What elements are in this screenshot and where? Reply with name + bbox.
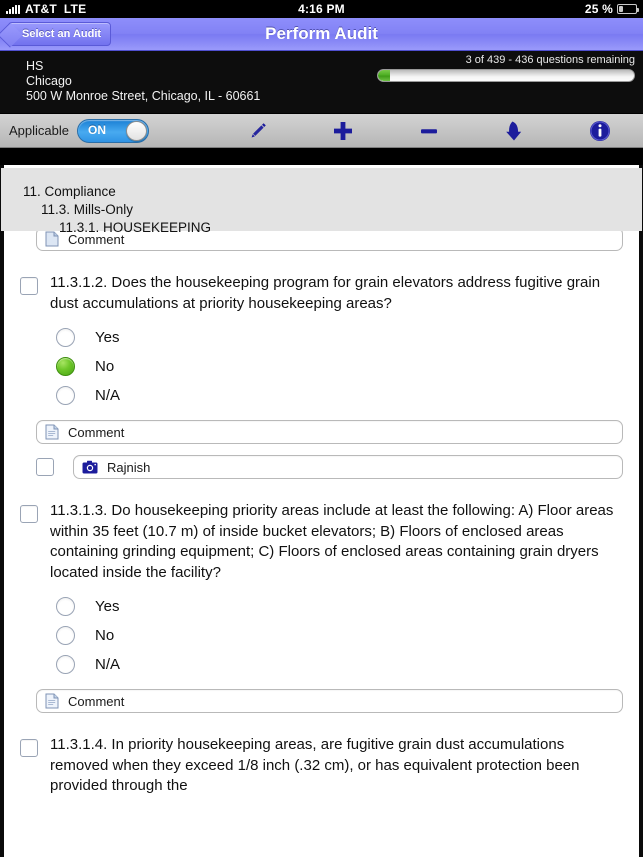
carrier-label: AT&T xyxy=(25,2,57,16)
status-bar: AT&T LTE 4:16 PM 25 % xyxy=(0,0,643,18)
question-checkbox[interactable] xyxy=(20,505,38,523)
battery-percent-label: 25 % xyxy=(584,2,613,16)
photo-field-label: Rajnish xyxy=(107,459,151,475)
option-label-yes: Yes xyxy=(95,598,120,615)
question-block-11-3-1-2: 11.3.1.2. Does the housekeeping program … xyxy=(4,273,639,479)
photo-attachment-row: Rajnish xyxy=(36,455,623,479)
option-label-no: No xyxy=(95,358,115,375)
remove-button[interactable] xyxy=(386,114,472,147)
applicable-toggle[interactable]: ON xyxy=(77,118,149,143)
option-na[interactable]: N/A xyxy=(56,650,639,679)
question-row: 11.3.1.4. In priority housekeeping areas… xyxy=(4,735,639,797)
down-arrow-icon xyxy=(503,119,527,143)
page-title: Perform Audit xyxy=(265,24,378,43)
add-button[interactable] xyxy=(301,114,387,147)
radio-na xyxy=(56,655,75,674)
clock-label: 4:16 PM xyxy=(298,2,345,16)
radio-yes xyxy=(56,597,75,616)
option-label-yes: Yes xyxy=(95,329,120,346)
radio-no-selected xyxy=(56,357,75,376)
progress-bar xyxy=(377,69,635,82)
answer-options: Yes No N/A xyxy=(56,323,639,410)
status-bar-right: 25 % xyxy=(584,2,639,16)
radio-no xyxy=(56,626,75,645)
answer-options: Yes No N/A xyxy=(56,592,639,679)
comment-field-label: Comment xyxy=(68,693,125,709)
site-city: Chicago xyxy=(26,74,72,88)
question-text: 11.3.1.3. Do housekeeping priority areas… xyxy=(50,502,614,581)
question-toolbar: Applicable ON xyxy=(0,114,643,148)
ipad-screen: AT&T LTE 4:16 PM 25 % Select an Audit Pe… xyxy=(0,0,643,857)
question-checkbox[interactable] xyxy=(20,739,38,757)
back-button-select-an-audit[interactable]: Select an Audit xyxy=(8,22,112,46)
option-no[interactable]: No xyxy=(56,621,639,650)
toolbar-actions xyxy=(215,114,643,147)
option-label-na: N/A xyxy=(95,656,121,673)
applicable-toggle-value: ON xyxy=(88,122,106,137)
breadcrumb-level-1[interactable]: 11. Compliance xyxy=(1,183,642,201)
progress-area: 3 of 439 - 436 questions remaining xyxy=(377,54,635,82)
battery-icon xyxy=(617,4,639,14)
document-icon xyxy=(45,693,59,709)
minus-icon xyxy=(417,119,441,143)
navigation-bar: Select an Audit Perform Audit xyxy=(0,18,643,51)
question-row: 11.3.1.3. Do housekeeping priority areas… xyxy=(4,501,639,583)
network-type-label: LTE xyxy=(63,2,87,16)
comment-field[interactable]: Comment xyxy=(36,420,623,444)
camera-icon xyxy=(82,460,98,474)
status-bar-left: AT&T LTE xyxy=(6,2,86,16)
toggle-knob xyxy=(126,120,147,141)
questions-scroll-area[interactable]: Comment 11.3.1.2. Does the housekeeping … xyxy=(0,165,643,857)
question-block-11-3-1-3: 11.3.1.3. Do housekeeping priority areas… xyxy=(4,501,639,713)
back-button-label: Select an Audit xyxy=(22,28,102,40)
site-info: HS Chicago 500 W Monroe Street, Chicago,… xyxy=(26,59,260,104)
question-text: 11.3.1.2. Does the housekeeping program … xyxy=(50,274,601,312)
pencil-button[interactable] xyxy=(215,114,301,147)
option-na[interactable]: N/A xyxy=(56,381,639,410)
document-icon xyxy=(45,424,59,440)
option-yes[interactable]: Yes xyxy=(56,592,639,621)
applicable-label: Applicable xyxy=(9,123,69,138)
info-button[interactable] xyxy=(557,114,643,147)
option-label-na: N/A xyxy=(95,387,121,404)
question-row: 11.3.1.2. Does the housekeeping program … xyxy=(4,273,639,314)
breadcrumb: 11. Compliance 11.3. Mills-Only 11.3.1. … xyxy=(1,168,642,235)
photo-field[interactable]: Rajnish xyxy=(73,455,623,479)
signal-bars-icon xyxy=(6,4,20,14)
breadcrumb-level-3[interactable]: 11.3.1. HOUSEKEEPING xyxy=(1,219,642,237)
comment-field[interactable]: Comment xyxy=(36,689,623,713)
option-no[interactable]: No xyxy=(56,352,639,381)
question-text: 11.3.1.4. In priority housekeeping areas… xyxy=(50,736,580,794)
progress-bar-fill xyxy=(378,70,390,81)
question-block-11-3-1-4: 11.3.1.4. In priority housekeeping areas… xyxy=(4,735,639,797)
progress-label: 3 of 439 - 436 questions remaining xyxy=(465,54,635,66)
breadcrumb-level-2[interactable]: 11.3. Mills-Only xyxy=(1,201,642,219)
option-label-no: No xyxy=(95,627,115,644)
radio-na xyxy=(56,386,75,405)
question-checkbox[interactable] xyxy=(20,277,38,295)
option-yes[interactable]: Yes xyxy=(56,323,639,352)
pencil-icon xyxy=(247,120,269,142)
radio-yes xyxy=(56,328,75,347)
info-icon xyxy=(588,119,612,143)
photo-checkbox[interactable] xyxy=(36,458,54,476)
site-address: 500 W Monroe Street, Chicago, IL - 60661 xyxy=(26,89,261,103)
jump-down-button[interactable] xyxy=(472,114,558,147)
site-name: HS xyxy=(26,59,44,73)
plus-icon xyxy=(331,119,355,143)
audit-header: HS Chicago 500 W Monroe Street, Chicago,… xyxy=(0,51,643,114)
comment-field-label: Comment xyxy=(68,424,125,440)
